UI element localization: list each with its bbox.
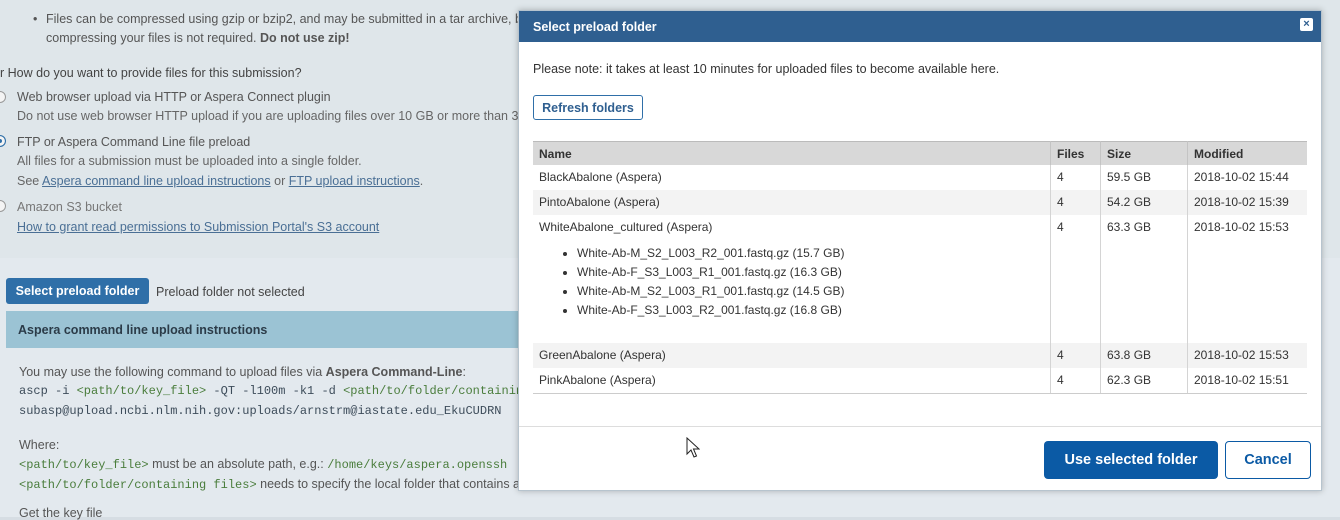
cmd-key-placeholder: <path/to/key_file> — [76, 384, 207, 398]
folder-file-count: 4 — [1050, 343, 1101, 368]
folder-name[interactable]: PintoAbalone (Aspera) — [533, 190, 1051, 215]
close-icon[interactable]: × — [1300, 18, 1313, 31]
where-key-placeholder: <path/to/key_file> — [19, 458, 149, 472]
option-ftp-see-line: See Aspera command line upload instructi… — [17, 174, 423, 188]
select-preload-folder-dialog: Select preload folder × Please note: it … — [518, 10, 1322, 491]
cmd-ascp: ascp -i — [19, 384, 77, 398]
command-line-2: subasp@upload.ncbi.nlm.nih.gov:uploads/a… — [19, 404, 502, 418]
select-preload-folder-button[interactable]: Select preload folder — [6, 278, 149, 304]
folder-size: 62.3 GB — [1100, 368, 1188, 394]
where-line-2: <path/to/folder/containing files> needs … — [19, 477, 536, 492]
compression-note-line-1: Files can be compressed using gzip or bz… — [33, 12, 543, 26]
folder-name[interactable]: PinkAbalone (Aspera) — [533, 368, 1051, 394]
use-selected-folder-button[interactable]: Use selected folder — [1044, 441, 1218, 479]
availability-note: Please note: it takes at least 10 minute… — [533, 62, 1000, 76]
aspera-intro-text: You may use the following command to upl… — [19, 365, 326, 379]
where-key-desc: must be an absolute path, e.g.: — [148, 457, 328, 471]
see-prefix: See — [17, 174, 43, 188]
aspera-intro: You may use the following command to upl… — [19, 365, 466, 379]
compression-note-line-2: compressing your files is not required. … — [46, 31, 350, 45]
dialog-footer: Use selected folder Cancel — [519, 426, 1321, 490]
cancel-button[interactable]: Cancel — [1225, 441, 1311, 479]
folder-modified: 2018-10-02 15:53 — [1194, 220, 1289, 234]
folder-modified: 2018-10-02 15:51 — [1187, 368, 1307, 394]
where-folder-placeholder: <path/to/folder/containing files> — [19, 478, 257, 492]
folder-size: 63.8 GB — [1100, 343, 1188, 368]
table-row[interactable]: PintoAbalone (Aspera) 4 54.2 GB 2018-10-… — [533, 190, 1307, 215]
table-header-row: Name Files Size Modified — [533, 141, 1307, 165]
column-header-name[interactable]: Name — [533, 141, 1051, 165]
column-header-files[interactable]: Files — [1050, 141, 1101, 165]
folder-modified: 2018-10-02 15:39 — [1187, 190, 1307, 215]
table-row[interactable]: GreenAbalone (Aspera) 4 63.8 GB 2018-10-… — [533, 343, 1307, 368]
refresh-folders-button[interactable]: Refresh folders — [533, 95, 643, 120]
file-item: White-Ab-F_S3_L003_R2_001.fastq.gz (16.8… — [577, 301, 1044, 320]
aspera-intro-colon: : — [462, 365, 466, 379]
provide-files-question: r How do you want to provide files for t… — [0, 66, 302, 80]
dialog-title: Select preload folder — [533, 19, 657, 34]
or-text: or — [270, 174, 289, 188]
no-zip-warning: Do not use zip! — [259, 31, 350, 45]
folder-name[interactable]: GreenAbalone (Aspera) — [533, 343, 1051, 368]
preload-status-text: Preload folder not selected — [156, 285, 305, 299]
aspera-instructions-heading[interactable]: Aspera command line upload instructions — [6, 311, 526, 348]
folder-file-count: 4 — [1050, 165, 1101, 190]
folder-size: 59.5 GB — [1100, 165, 1188, 190]
table-row-expanded[interactable]: WhiteAbalone_cultured (Aspera) White-Ab-… — [533, 215, 1307, 343]
column-header-size[interactable]: Size — [1100, 141, 1188, 165]
aspera-cli-name: Aspera Command-Line — [325, 365, 463, 379]
folder-name[interactable]: WhiteAbalone_cultured (Aspera) — [539, 215, 1044, 240]
where-label: Where: — [19, 438, 60, 452]
folder-modified: 2018-10-02 15:44 — [1194, 170, 1289, 184]
where-key-example: /home/keys/aspera.openssh — [327, 458, 508, 472]
where-line-1: <path/to/key_file> must be an absolute p… — [19, 457, 507, 472]
s3-permissions-link[interactable]: How to grant read permissions to Submiss… — [17, 220, 379, 234]
compression-note-text: Files can be compressed using gzip or bz… — [46, 12, 543, 26]
folder-file-list: White-Ab-M_S2_L003_R2_001.fastq.gz (15.7… — [539, 244, 1044, 320]
file-item: White-Ab-M_S2_L003_R2_001.fastq.gz (15.7… — [577, 244, 1044, 263]
file-item: White-Ab-F_S3_L003_R1_001.fastq.gz (16.3… — [577, 263, 1044, 282]
ftp-instructions-link[interactable]: FTP upload instructions — [289, 174, 420, 188]
compression-note-text-2: compressing your files is not required. — [46, 31, 260, 45]
where-folder-desc: needs to specify the local folder that c… — [256, 477, 536, 491]
folders-table: Name Files Size Modified BlackAbalone (A… — [533, 141, 1307, 394]
option-web-browser-label[interactable]: Web browser upload via HTTP or Aspera Co… — [17, 90, 331, 104]
table-row[interactable]: PinkAbalone (Aspera) 4 62.3 GB 2018-10-0… — [533, 368, 1307, 394]
folder-file-count: 4 — [1050, 368, 1101, 394]
command-line-1: ascp -i <path/to/key_file> -QT -l100m -k… — [19, 384, 530, 398]
folder-name-cell[interactable]: WhiteAbalone_cultured (Aspera) White-Ab-… — [533, 215, 1051, 343]
folder-file-count: 4 — [1050, 215, 1101, 343]
option-ftp-label[interactable]: FTP or Aspera Command Line file preload — [17, 135, 250, 149]
option-web-browser-note: Do not use web browser HTTP upload if yo… — [17, 109, 552, 123]
aspera-instructions-link[interactable]: Aspera command line upload instructions — [42, 174, 271, 188]
mouse-cursor-icon — [686, 437, 700, 458]
cmd-flags: -QT -l100m -k1 -d — [206, 384, 344, 398]
suffix-text: . — [419, 174, 424, 188]
folder-size: 63.3 GB — [1100, 215, 1188, 343]
cut-off-line: Get the key file — [19, 506, 103, 520]
cmd-folder-placeholder: <path/to/folder/containing — [343, 384, 531, 398]
dialog-header: Select preload folder × — [519, 11, 1321, 42]
column-header-modified[interactable]: Modified — [1187, 141, 1307, 165]
folder-modified: 2018-10-02 15:53 — [1187, 343, 1307, 368]
table-row[interactable]: BlackAbalone (Aspera) 4 59.5 GB 2018-10-… — [533, 165, 1307, 190]
folder-file-count: 4 — [1050, 190, 1101, 215]
option-s3-label[interactable]: Amazon S3 bucket — [17, 200, 122, 214]
file-item: White-Ab-M_S2_L003_R1_001.fastq.gz (14.5… — [577, 282, 1044, 301]
option-ftp-note: All files for a submission must be uploa… — [17, 154, 362, 168]
option-s3-link-wrap: How to grant read permissions to Submiss… — [17, 220, 379, 234]
folder-size: 54.2 GB — [1100, 190, 1188, 215]
folder-name[interactable]: BlackAbalone (Aspera) — [533, 165, 1051, 190]
